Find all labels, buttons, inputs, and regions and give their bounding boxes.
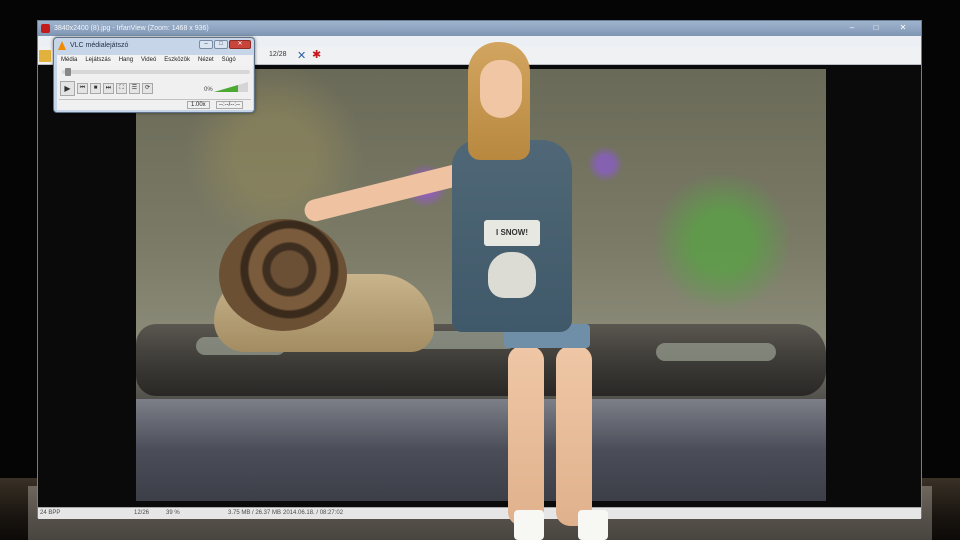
stop-icon[interactable]: ■: [90, 83, 101, 94]
irfanview-title: 3840x2400 (8).jpg - IrfanView (Zoom: 146…: [54, 25, 209, 32]
moss: [656, 343, 776, 361]
vlc-controls-panel: ▶ ⏮ ■ ⏭ ⛶ ☰ ⟳ 0% 1.00x --:--/--:--: [57, 66, 253, 110]
window-controls: – □ ✕: [841, 22, 917, 34]
open-folder-icon[interactable]: [39, 49, 51, 62]
minimize-icon[interactable]: –: [199, 40, 213, 49]
sock: [514, 510, 544, 540]
volume-label: 0%: [204, 87, 213, 93]
leg: [508, 346, 544, 526]
status-datetime: 2014.06.18. / 08:27:02: [283, 510, 344, 516]
tools-icon[interactable]: ✕: [297, 49, 306, 62]
vlc-statusbar: 1.00x --:--/--:--: [59, 99, 251, 109]
desktop-scene: 3840x2400 (8).jpg - IrfanView (Zoom: 146…: [0, 0, 960, 540]
irfanview-app-icon: [41, 24, 50, 33]
sock: [578, 510, 608, 540]
time-display: --:--/--:--: [216, 101, 243, 109]
maximize-icon[interactable]: □: [865, 22, 887, 34]
status-index: 12/26: [134, 510, 150, 516]
next-icon[interactable]: ⏭: [103, 83, 114, 94]
playback-buttons: ▶ ⏮ ■ ⏭ ⛶ ☰ ⟳: [60, 81, 153, 96]
loop-icon[interactable]: ⟳: [142, 83, 153, 94]
shirt: I SNOW!: [452, 140, 572, 332]
seek-bar[interactable]: [62, 70, 250, 74]
menu-help[interactable]: Súgó: [222, 55, 236, 66]
seek-handle[interactable]: [65, 68, 71, 76]
close-icon[interactable]: ✕: [889, 22, 917, 34]
snail-shell: [219, 219, 347, 331]
vlc-cone-icon: [58, 41, 66, 50]
status-size: 3.75 MB / 26.37 MB: [228, 510, 282, 516]
maximize-icon[interactable]: □: [214, 40, 228, 49]
vlc-menubar: Média Lejátszás Hang Videó Eszközök Néze…: [57, 55, 253, 66]
menu-media[interactable]: Média: [61, 55, 77, 66]
minimize-icon[interactable]: –: [841, 22, 863, 34]
close-icon[interactable]: ✕: [229, 40, 251, 49]
shirt-print: I SNOW!: [484, 220, 540, 246]
menu-playback[interactable]: Lejátszás: [85, 55, 110, 66]
irfanview-titlebar[interactable]: 3840x2400 (8).jpg - IrfanView (Zoom: 146…: [38, 21, 921, 36]
page-counter: 12/28: [269, 51, 287, 58]
exit-icon[interactable]: ✱: [312, 48, 321, 61]
playlist-icon[interactable]: ☰: [129, 83, 140, 94]
vlc-window-controls: – □ ✕: [199, 40, 251, 49]
fullscreen-icon[interactable]: ⛶: [116, 83, 127, 94]
vlc-title: VLC médialejátszó: [70, 42, 129, 49]
menu-video[interactable]: Videó: [141, 55, 156, 66]
playback-speed[interactable]: 1.00x: [187, 101, 210, 109]
previous-icon[interactable]: ⏮: [77, 83, 88, 94]
vlc-window[interactable]: VLC médialejátszó – □ ✕ Média Lejátszás …: [53, 37, 255, 113]
face: [480, 60, 522, 118]
girl-figure: I SNOW!: [302, 40, 612, 540]
vlc-titlebar[interactable]: VLC médialejátszó – □ ✕: [54, 38, 254, 53]
play-icon[interactable]: ▶: [60, 81, 75, 96]
status-bpp: 24 BPP: [40, 510, 61, 516]
status-zoom: 39 %: [166, 510, 180, 516]
panda-graphic: [488, 252, 536, 298]
volume-slider[interactable]: [214, 82, 248, 92]
menu-audio[interactable]: Hang: [119, 55, 133, 66]
menu-view[interactable]: Nézet: [198, 55, 214, 66]
menu-tools[interactable]: Eszközök: [164, 55, 190, 66]
leg: [556, 346, 592, 526]
